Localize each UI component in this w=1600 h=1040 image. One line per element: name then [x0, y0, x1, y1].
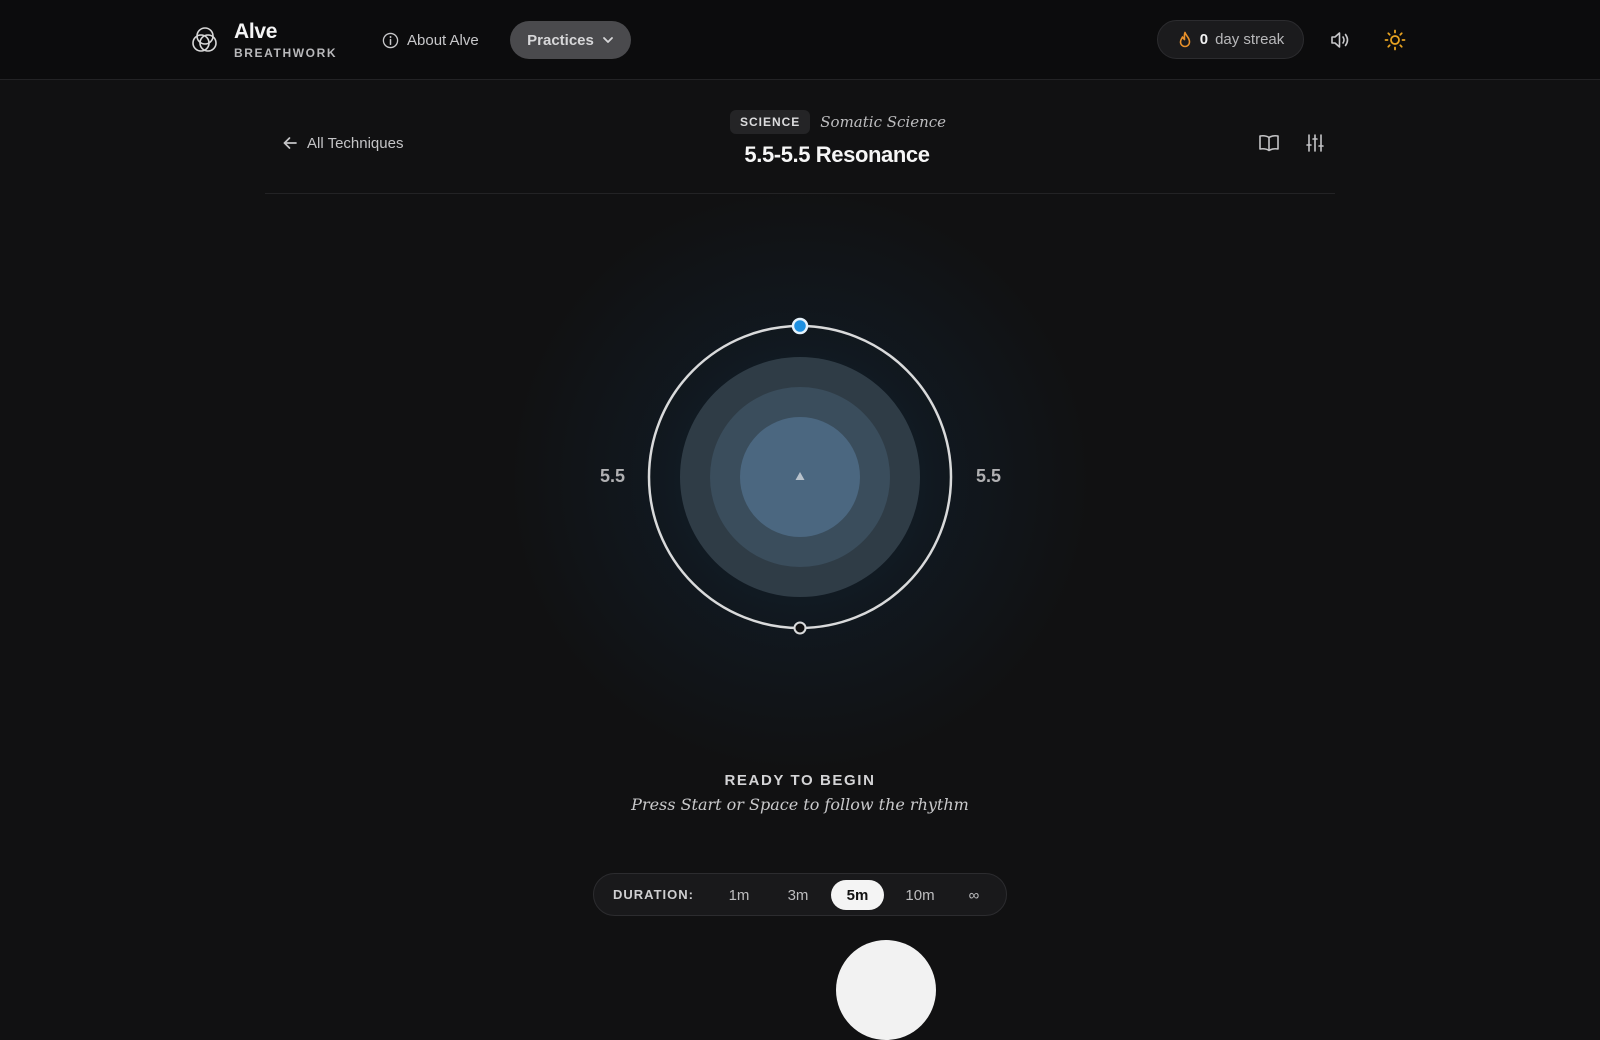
breath-visualizer[interactable]	[580, 300, 1020, 640]
duration-option-1m[interactable]: 1m	[717, 880, 761, 910]
duration-option-infinite[interactable]: ∞	[954, 880, 994, 910]
streak-badge[interactable]: 0 day streak	[1157, 20, 1304, 59]
duration-option-3m[interactable]: 3m	[773, 880, 823, 910]
chevron-down-icon	[602, 37, 613, 43]
duration-option-10m[interactable]: 10m	[892, 880, 948, 910]
practices-label: Practices	[527, 31, 594, 49]
streak-count: 0	[1199, 31, 1209, 48]
technique-tags: SCIENCE Somatic Science	[0, 110, 1600, 134]
progress-marker-top	[791, 317, 809, 335]
duration-option-5m[interactable]: 5m	[831, 880, 884, 910]
brand-name: Alve	[234, 20, 278, 43]
theme-toggle-button[interactable]	[1380, 25, 1410, 55]
duration-selector: DURATION: 1m 3m 5m 10m ∞	[593, 873, 1007, 916]
duration-label: DURATION:	[613, 887, 694, 902]
book-open-icon	[1259, 134, 1279, 152]
inhale-seconds-label: 5.5	[600, 466, 626, 486]
flame-icon	[1179, 31, 1191, 47]
sun-icon	[1384, 29, 1406, 51]
session-status: READY TO BEGIN	[724, 772, 876, 789]
streak-label: day streak	[1215, 31, 1285, 48]
science-tag-badge: SCIENCE	[729, 110, 811, 134]
progress-marker-bottom	[793, 621, 807, 635]
speaker-icon	[1331, 32, 1349, 48]
nav-about-label: About Alve	[407, 31, 479, 49]
top-navigation-bar: Alve BREATHWORK About Alve Practices 0 d…	[0, 0, 1600, 80]
category-label: Somatic Science	[820, 113, 947, 131]
breath-logo-icon	[192, 27, 217, 52]
technique-title: 5.5-5.5 Resonance	[744, 142, 930, 167]
exhale-seconds-label: 5.5	[976, 466, 1002, 486]
brand[interactable]: Alve BREATHWORK	[190, 20, 337, 60]
sound-toggle-button[interactable]	[1325, 25, 1355, 55]
guide-book-button[interactable]	[1254, 128, 1284, 158]
info-icon	[382, 32, 399, 48]
sliders-icon	[1306, 134, 1324, 152]
practices-dropdown-button[interactable]: Practices	[510, 21, 631, 59]
nav-about-link[interactable]: About Alve	[382, 26, 479, 54]
settings-sliders-button[interactable]	[1300, 128, 1330, 158]
start-button[interactable]	[836, 940, 936, 1040]
brand-subtitle: BREATHWORK	[234, 46, 338, 60]
session-hint: Press Start or Space to follow the rhyth…	[631, 795, 969, 814]
